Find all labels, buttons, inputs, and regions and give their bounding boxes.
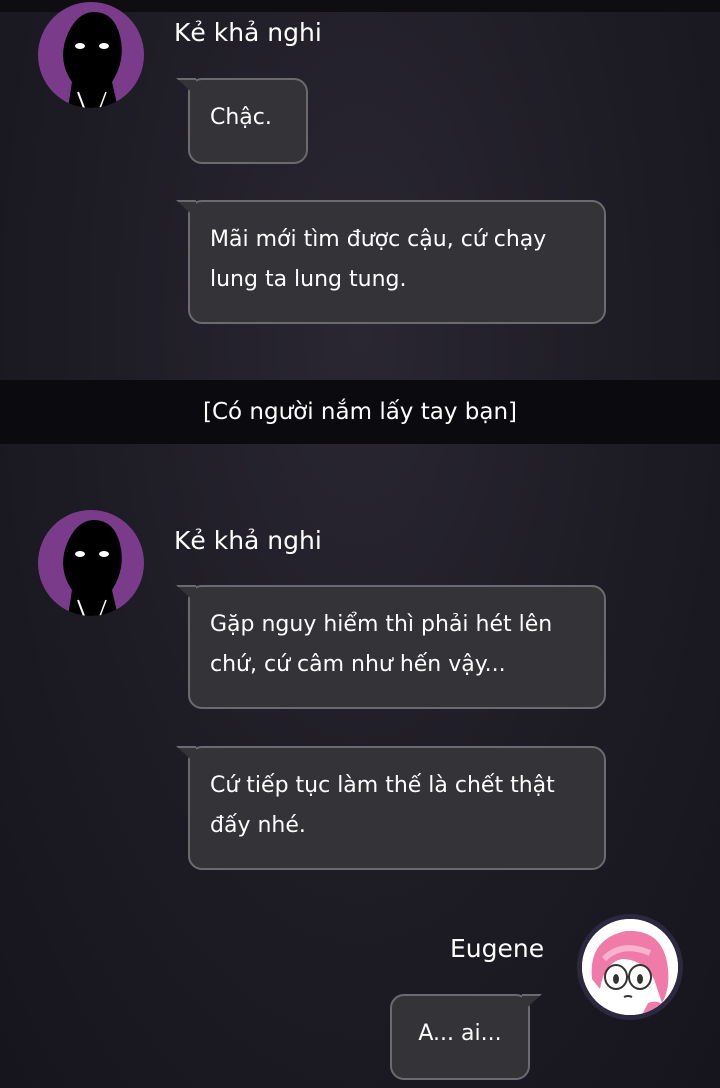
- shadow-figure-icon: [63, 520, 122, 616]
- message-text: Mãi mới tìm được cậu, cứ chạy lung ta lu…: [210, 227, 547, 292]
- eugene-portrait-icon: [582, 919, 678, 1015]
- bubble-tail: [522, 994, 542, 1012]
- message-bubble[interactable]: Mãi mới tìm được cậu, cứ chạy lung ta lu…: [176, 200, 606, 324]
- message-bubble[interactable]: Gặp nguy hiểm thì phải hét lên chứ, cứ c…: [176, 585, 606, 709]
- bubble-tail: [176, 585, 196, 603]
- message-text: Gặp nguy hiểm thì phải hét lên chứ, cứ c…: [210, 612, 553, 677]
- sender-name: Eugene: [450, 934, 545, 963]
- system-event-banner: [Có người nắm lấy tay bạn]: [0, 380, 720, 444]
- message-bubble[interactable]: Cứ tiếp tục làm thế là chết thật đấy nhé…: [176, 746, 606, 870]
- system-event-text: [Có người nắm lấy tay bạn]: [202, 399, 517, 425]
- suspect-avatar[interactable]: [38, 2, 144, 108]
- message-text: Chậc.: [210, 105, 272, 130]
- message-bubble[interactable]: A... ai...: [390, 994, 542, 1080]
- bubble-tail: [176, 200, 196, 218]
- sender-name: Kẻ khả nghi: [174, 526, 322, 555]
- message-text: A... ai...: [418, 1021, 502, 1046]
- sender-name: Kẻ khả nghi: [174, 18, 322, 47]
- bubble-tail: [176, 746, 196, 764]
- message-bubble[interactable]: Chậc.: [176, 78, 308, 164]
- eugene-avatar[interactable]: [577, 914, 683, 1020]
- bubble-tail: [176, 78, 196, 96]
- shadow-figure-icon: [63, 12, 122, 108]
- message-text: Cứ tiếp tục làm thế là chết thật đấy nhé…: [210, 773, 555, 838]
- suspect-avatar[interactable]: [38, 510, 144, 616]
